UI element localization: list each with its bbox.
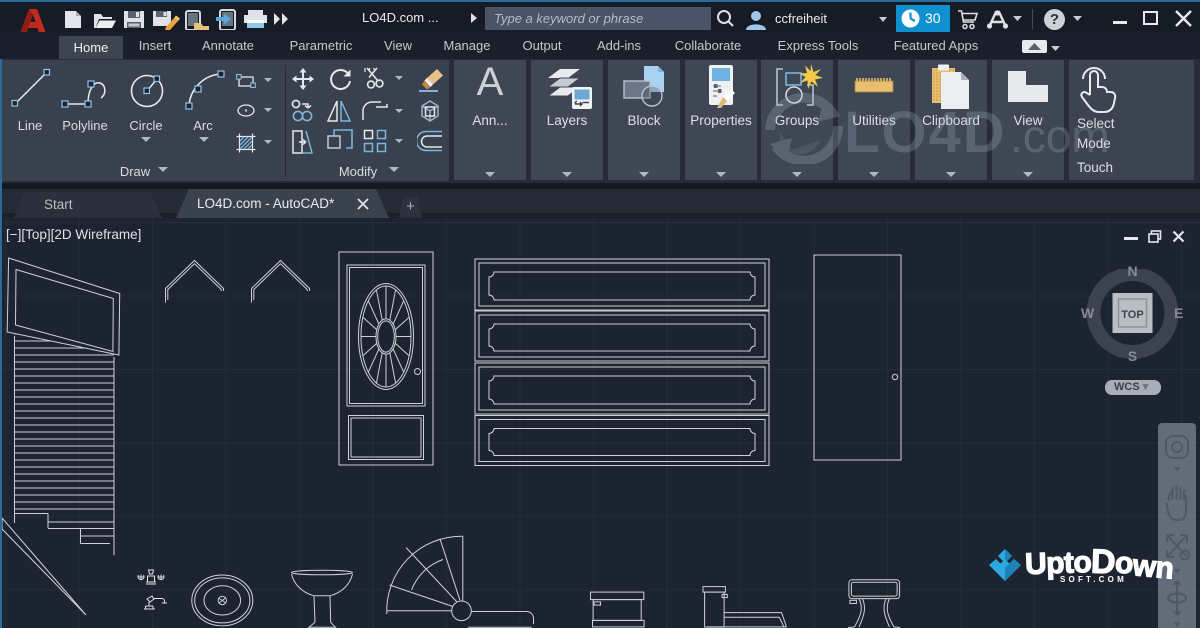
- svg-text:TOP: TOP: [1121, 309, 1143, 321]
